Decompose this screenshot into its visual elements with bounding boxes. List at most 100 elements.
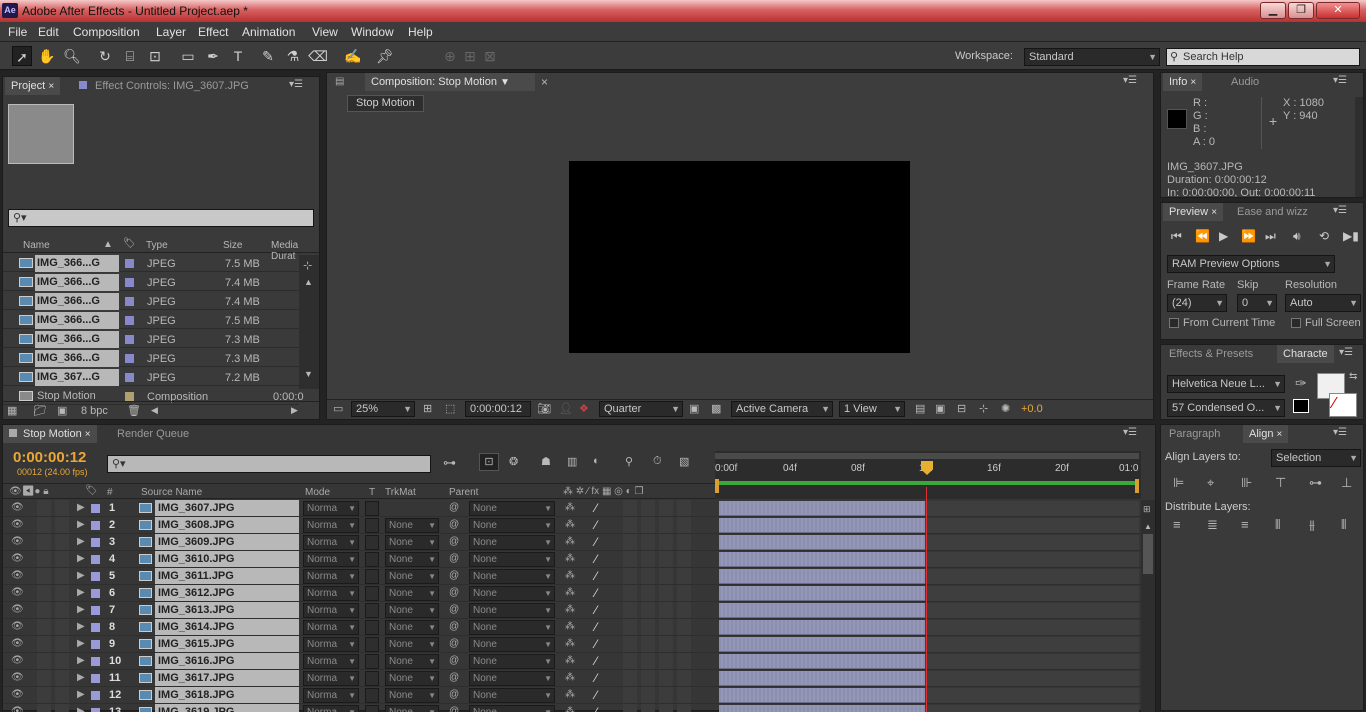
layer-duration-bar[interactable]: [719, 518, 925, 533]
font-style-dropdown[interactable]: 57 Condensed O... ▼: [1167, 399, 1285, 417]
pick-whip-icon[interactable]: @: [449, 687, 459, 703]
trkmat-dropdown[interactable]: None ▼: [385, 620, 439, 635]
comp-breadcrumb[interactable]: Stop Motion: [347, 95, 424, 112]
quality-switch-icon[interactable]: ⁄: [595, 653, 597, 669]
layer-source-name[interactable]: IMG_3616.JPG: [155, 653, 299, 669]
layer-duration-bar[interactable]: [719, 671, 925, 686]
solo-toggle[interactable]: [37, 568, 51, 584]
effect-switch[interactable]: [623, 551, 637, 567]
blend-mode-dropdown[interactable]: Norma ▼: [303, 620, 359, 635]
flowchart-icon[interactable]: ⊹: [303, 259, 312, 272]
bit-depth-label[interactable]: 8 bpc: [81, 405, 108, 417]
panel-menu-icon[interactable]: ▾☰: [1123, 427, 1137, 438]
distribute-right-icon[interactable]: ⫴: [1341, 517, 1346, 533]
expand-arrow-icon[interactable]: ▶: [77, 585, 85, 601]
column-size[interactable]: Size: [223, 240, 242, 251]
motion-blur-switch[interactable]: [659, 670, 673, 686]
3d-layer-switch[interactable]: [677, 534, 691, 550]
pick-whip-icon[interactable]: @: [449, 636, 459, 652]
layer-source-name[interactable]: IMG_3617.JPG: [155, 670, 299, 686]
visibility-eye-icon[interactable]: 👁︎: [11, 670, 24, 686]
expand-arrow-icon[interactable]: ▶: [77, 500, 85, 516]
mask-visibility-icon[interactable]: ⬚: [445, 402, 455, 415]
info-scrollbar[interactable]: [1355, 97, 1363, 197]
axis-mode-icon[interactable]: ⊕: [440, 46, 460, 66]
parent-dropdown[interactable]: None ▼: [469, 586, 555, 601]
label-color-swatch[interactable]: [125, 335, 134, 344]
pick-whip-icon[interactable]: @: [449, 602, 459, 618]
solo-toggle[interactable]: [37, 670, 51, 686]
menu-layer[interactable]: Layer: [156, 25, 186, 39]
visibility-eye-icon[interactable]: 👁︎: [11, 500, 24, 516]
menu-help[interactable]: Help: [408, 25, 433, 39]
layer-row[interactable]: 👁︎ ▶ 6 IMG_3612.JPG Norma ▼ None ▼ @ None ▼ ⁂ ⁄: [3, 585, 1141, 602]
label-color-swatch[interactable]: [125, 373, 134, 382]
layer-row[interactable]: 👁︎ ▶ 3 IMG_3609.JPG Norma ▼ None ▼ @ None ▼ ⁂ ⁄: [3, 534, 1141, 551]
motion-blur-switch[interactable]: [659, 687, 673, 703]
label-color-swatch[interactable]: [125, 297, 134, 306]
hide-shy-layers-icon[interactable]: ☗: [541, 455, 551, 468]
close-icon[interactable]: ×: [1277, 429, 1283, 440]
parent-dropdown[interactable]: None ▼: [469, 620, 555, 635]
pick-whip-icon[interactable]: @: [449, 670, 459, 686]
first-frame-icon[interactable]: ⏮: [1171, 229, 1182, 244]
preserve-transparency-toggle[interactable]: [365, 620, 379, 635]
motion-blur-icon[interactable]: ◐: [593, 455, 600, 467]
frame-blend-switch[interactable]: [641, 585, 655, 601]
shy-switch-icon[interactable]: ⁂: [565, 636, 575, 652]
layer-source-name[interactable]: IMG_3614.JPG: [155, 619, 299, 635]
interpret-footage-icon[interactable]: ▦: [7, 404, 17, 417]
transparency-grid-icon[interactable]: ▩: [711, 402, 721, 415]
type-tool-icon[interactable]: T: [228, 46, 248, 66]
from-current-time-checkbox[interactable]: [1169, 318, 1179, 328]
quality-switch-icon[interactable]: ⁄: [595, 500, 597, 516]
trkmat-dropdown[interactable]: None ▼: [385, 518, 439, 533]
frame-blend-switch[interactable]: [641, 517, 655, 533]
pick-whip-icon[interactable]: @: [449, 534, 459, 550]
roto-brush-tool-icon[interactable]: ✍: [343, 46, 363, 66]
layer-row[interactable]: 👁︎ ▶ 10 IMG_3616.JPG Norma ▼ None ▼ @ None ▼ ⁂ ⁄: [3, 653, 1141, 670]
mute-audio-icon[interactable]: 🔊︎: [1293, 229, 1301, 244]
frame-blend-switch[interactable]: [641, 670, 655, 686]
lock-toggle[interactable]: [55, 619, 69, 635]
layer-source-name[interactable]: IMG_3607.JPG: [155, 500, 299, 516]
blend-mode-dropdown[interactable]: Norma ▼: [303, 518, 359, 533]
motion-blur-switch[interactable]: [659, 619, 673, 635]
tab-effects-presets[interactable]: Effects & Presets: [1163, 345, 1259, 363]
project-item-row[interactable]: IMG_366...G JPEG 7.3 MB: [3, 350, 299, 367]
show-snapshot-icon[interactable]: 👤︎: [559, 402, 573, 415]
view-layout-dropdown[interactable]: 1 View ▼: [839, 401, 905, 417]
tab-stop-motion-timeline[interactable]: Stop Motion ×: [3, 425, 97, 443]
effect-switch[interactable]: [623, 602, 637, 618]
expand-arrow-icon[interactable]: ▶: [77, 568, 85, 584]
work-area-start-handle[interactable]: [715, 479, 719, 493]
expand-arrow-icon[interactable]: ▶: [77, 517, 85, 533]
layer-row[interactable]: 👁︎ ▶ 1 IMG_3607.JPG Norma ▼ @ None ▼ ⁂ ⁄: [3, 500, 1141, 517]
preserve-transparency-toggle[interactable]: [365, 603, 379, 618]
parent-dropdown[interactable]: None ▼: [469, 552, 555, 567]
tab-paragraph[interactable]: Paragraph: [1163, 425, 1226, 443]
shy-switch-icon[interactable]: ⁂: [565, 568, 575, 584]
rotation-tool-icon[interactable]: ↻: [95, 46, 115, 66]
frame-blend-switch[interactable]: [641, 551, 655, 567]
3d-layer-switch[interactable]: [677, 636, 691, 652]
blend-mode-dropdown[interactable]: Norma ▼: [303, 501, 359, 516]
parent-dropdown[interactable]: None ▼: [469, 535, 555, 550]
previous-frame-icon[interactable]: ⏪: [1195, 229, 1210, 243]
trkmat-dropdown[interactable]: None ▼: [385, 552, 439, 567]
blend-mode-dropdown[interactable]: Norma ▼: [303, 671, 359, 686]
visibility-eye-icon[interactable]: 👁︎: [11, 551, 24, 567]
lock-toggle[interactable]: [55, 653, 69, 669]
blend-mode-dropdown[interactable]: Norma ▼: [303, 688, 359, 703]
tab-character[interactable]: Characte: [1277, 345, 1334, 363]
trkmat-dropdown[interactable]: None ▼: [385, 603, 439, 618]
align-vertical-center-icon[interactable]: ⊶: [1309, 475, 1322, 491]
menu-effect[interactable]: Effect: [198, 25, 228, 39]
graph-editor-icon[interactable]: ▧: [679, 455, 689, 468]
scroll-up-icon[interactable]: ▲: [1144, 522, 1152, 531]
distribute-vcenter-icon[interactable]: ≣: [1207, 517, 1218, 533]
3d-layer-switch[interactable]: [677, 602, 691, 618]
expand-arrow-icon[interactable]: ▶: [77, 534, 85, 550]
layer-row[interactable]: 👁︎ ▶ 4 IMG_3610.JPG Norma ▼ None ▼ @ None ▼ ⁂ ⁄: [3, 551, 1141, 568]
frame-blend-switch[interactable]: [641, 619, 655, 635]
